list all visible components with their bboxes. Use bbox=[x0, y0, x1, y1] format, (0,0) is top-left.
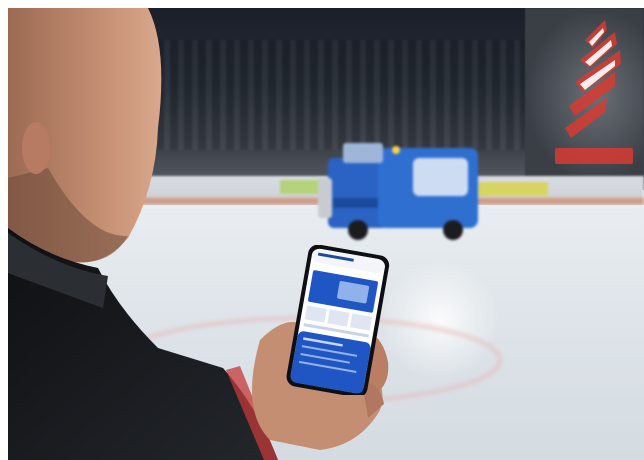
photo-border-top bbox=[0, 0, 644, 8]
arena-banner-logo bbox=[555, 20, 633, 164]
ice-resurfacer bbox=[318, 143, 478, 240]
photo-scene bbox=[0, 0, 644, 460]
rink-board-ad bbox=[478, 182, 548, 196]
smartphone bbox=[286, 245, 390, 395]
photo-border-left bbox=[0, 0, 8, 460]
